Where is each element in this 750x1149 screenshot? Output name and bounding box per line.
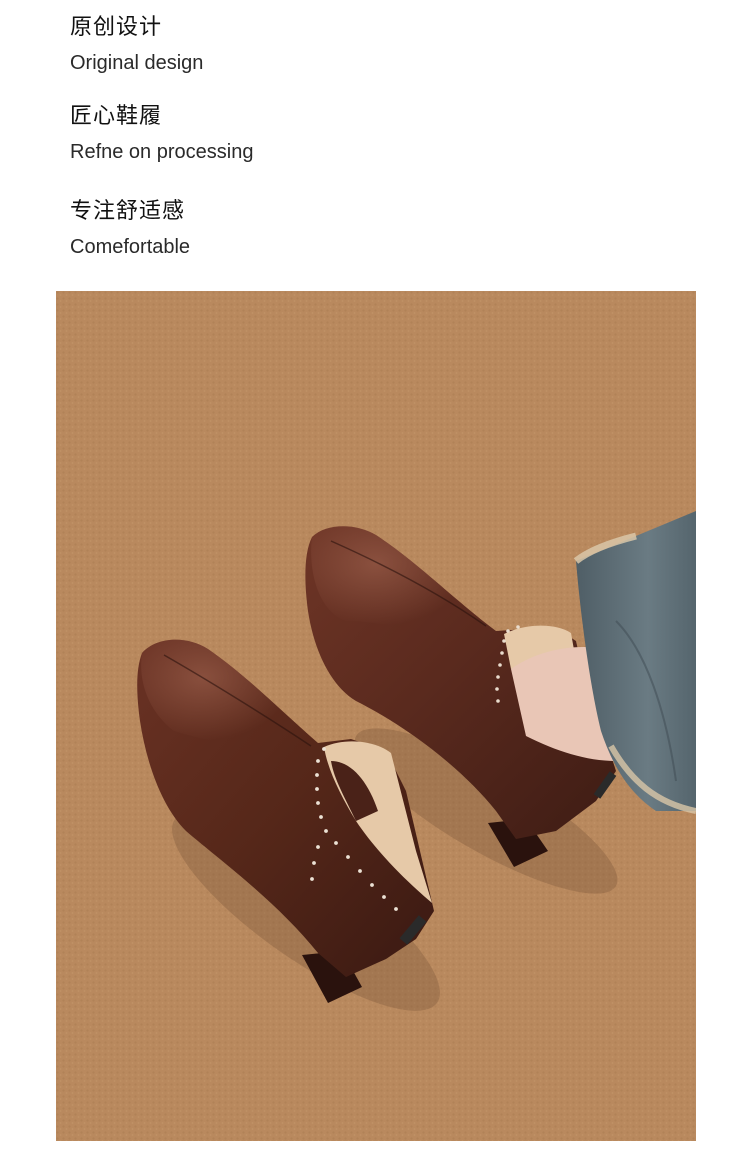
feature-comfort: 专注舒适感 Comefortable — [70, 198, 190, 260]
feature-subtitle-en: Original design — [70, 52, 204, 74]
feature-title-zh: 原创设计 — [70, 15, 163, 40]
feature-original-design: 原创设计 Original design — [70, 14, 203, 76]
feature-subtitle-en: Comefortable — [70, 236, 191, 258]
product-photo — [56, 291, 696, 1141]
feature-craftsmanship: 匠心鞋履 Refne on processing — [70, 103, 253, 165]
feature-title-zh: 专注舒适感 — [70, 199, 186, 224]
feature-title-zh: 匠心鞋履 — [70, 104, 163, 129]
feature-subtitle-en: Refne on processing — [70, 141, 254, 163]
product-photo-illustration — [56, 291, 696, 1141]
